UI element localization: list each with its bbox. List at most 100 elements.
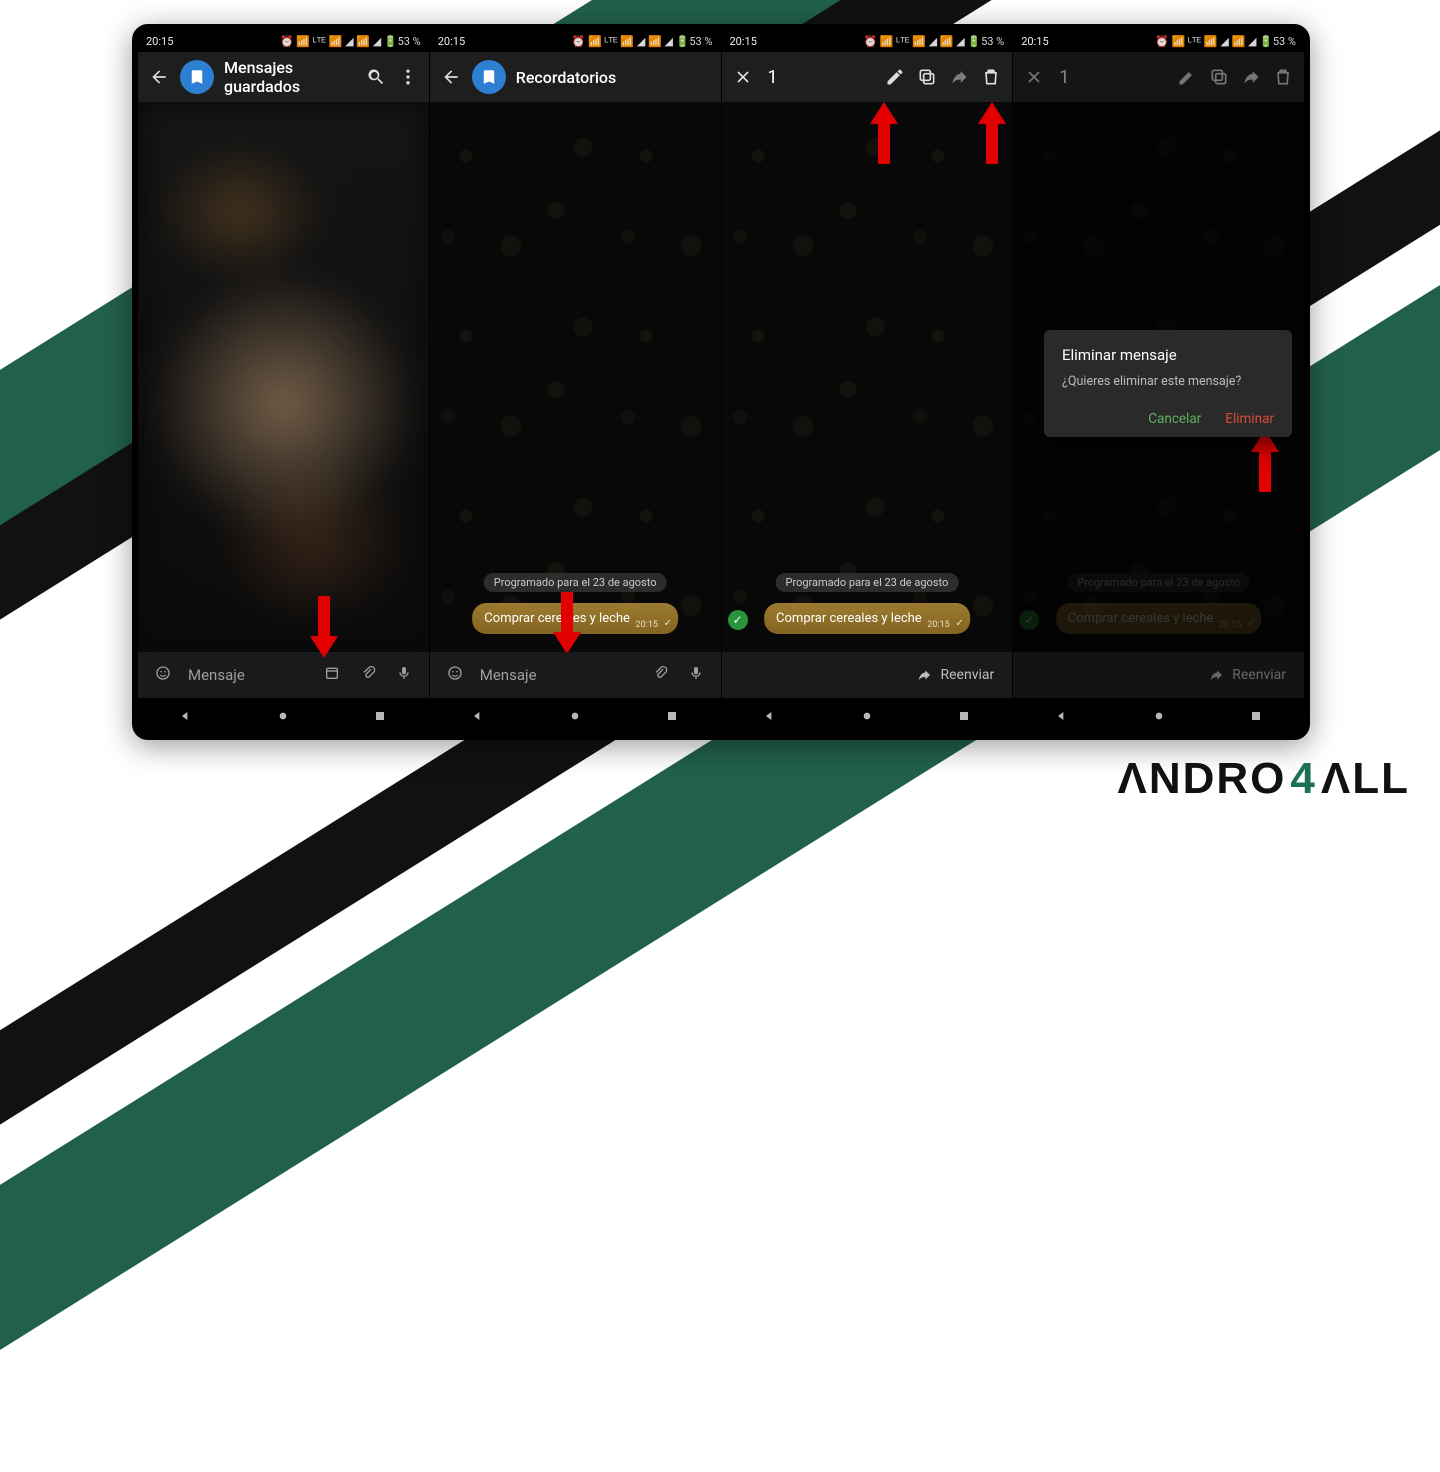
emoji-icon[interactable] [444, 665, 466, 685]
calendar-icon[interactable] [321, 665, 343, 685]
nav-back-icon[interactable] [177, 707, 195, 725]
status-icons: ⏰ 📶 ᴸᵀᴱ 📶 ◢ 📶 ◢ 🔋53 % [280, 35, 421, 48]
forward-icon [1208, 667, 1224, 683]
clock: 20:15 [730, 35, 757, 48]
message-bubble: Comprar cereales y leche 20:15 ✓ [1056, 603, 1262, 634]
nav-recents-icon[interactable] [371, 707, 389, 725]
chat-area[interactable]: Programado para el 23 de agosto ✓ Compra… [722, 102, 1013, 652]
message-placeholder[interactable]: Mensaje [480, 666, 635, 684]
scheduled-badge: Programado para el 23 de agosto [484, 573, 667, 592]
forward-icon [916, 667, 932, 683]
message-time: 20:15 [927, 620, 949, 630]
nav-home-icon[interactable] [566, 707, 584, 725]
nav-recents-icon[interactable] [663, 707, 681, 725]
more-icon[interactable] [397, 66, 419, 88]
delete-dialog: Eliminar mensaje ¿Quieres eliminar este … [1044, 330, 1292, 437]
mic-icon[interactable] [685, 665, 707, 685]
screenshot-3: 20:15 ⏰ 📶 ᴸᵀᴱ 📶 ◢ 📶 ◢ 🔋53 % 1 Programado… [721, 30, 1013, 734]
nav-home-icon[interactable] [274, 707, 292, 725]
message-input-bar: Mensaje [430, 652, 721, 698]
message-placeholder[interactable]: Mensaje [188, 666, 307, 684]
dialog-title: Eliminar mensaje [1062, 346, 1274, 364]
watermark-logo: ΛNDRO4ΛLL [1118, 754, 1411, 804]
chat-title: Recordatorios [516, 68, 711, 87]
mic-icon[interactable] [393, 665, 415, 685]
dialog-text: ¿Quieres eliminar este mensaje? [1062, 374, 1274, 389]
status-icons: ⏰ 📶 ᴸᵀᴱ 📶 ◢ 📶 ◢ 🔋53 % [572, 35, 713, 48]
selection-check-icon: ✓ [728, 610, 748, 630]
status-icons: ⏰ 📶 ᴸᵀᴱ 📶 ◢ 📶 ◢ 🔋53 % [1155, 35, 1296, 48]
message-input-bar: Mensaje [138, 652, 429, 698]
close-icon[interactable] [732, 66, 754, 88]
nav-home-icon[interactable] [1150, 707, 1168, 725]
status-bar: 20:15 ⏰ 📶 ᴸᵀᴱ 📶 ◢ 📶 ◢ 🔋53 % [430, 30, 721, 52]
nav-home-icon[interactable] [858, 707, 876, 725]
sent-check-icon: ✓ [664, 618, 672, 629]
nav-back-icon[interactable] [1053, 707, 1071, 725]
clock: 20:15 [146, 35, 173, 48]
selection-count: 1 [764, 67, 875, 88]
clock: 20:15 [438, 35, 465, 48]
app-bar: Recordatorios [430, 52, 721, 102]
status-bar: 20:15 ⏰ 📶 ᴸᵀᴱ 📶 ◢ 📶 ◢ 🔋53 % [1013, 30, 1304, 52]
close-icon [1023, 66, 1045, 88]
attach-icon[interactable] [357, 665, 379, 685]
selection-app-bar: 1 [1013, 52, 1304, 102]
screenshots-row: 20:15 ⏰ 📶 ᴸᵀᴱ 📶 ◢ 📶 ◢ 🔋53 % Mensajes gua… [132, 24, 1310, 740]
back-icon[interactable] [148, 66, 170, 88]
screenshot-2: 20:15 ⏰ 📶 ᴸᵀᴱ 📶 ◢ 📶 ◢ 🔋53 % Recordatorio… [429, 30, 721, 734]
forward-bar[interactable]: Reenviar [722, 652, 1013, 698]
scheduled-badge: Programado para el 23 de agosto [776, 573, 959, 592]
sent-check-icon: ✓ [955, 618, 963, 629]
bookmark-avatar[interactable] [472, 60, 506, 94]
message-text: Comprar cereales y leche [1068, 611, 1214, 626]
scheduled-badge: Programado para el 23 de agosto [1067, 573, 1250, 592]
chat-title: Mensajes guardados [224, 58, 355, 96]
delete-icon[interactable] [980, 66, 1002, 88]
annotation-arrow [1248, 430, 1282, 492]
forward-bar: Reenviar [1013, 652, 1304, 698]
selection-app-bar: 1 [722, 52, 1013, 102]
nav-recents-icon[interactable] [1247, 707, 1265, 725]
forward-label: Reenviar [940, 667, 994, 683]
message-time: 20:15 [636, 620, 658, 630]
attach-icon[interactable] [649, 665, 671, 685]
selection-count: 1 [1055, 67, 1166, 88]
sent-check-icon: ✓ [1247, 618, 1255, 629]
forward-label: Reenviar [1232, 667, 1286, 683]
screenshot-4: 20:15 ⏰ 📶 ᴸᵀᴱ 📶 ◢ 📶 ◢ 🔋53 % 1 Programado… [1012, 30, 1304, 734]
message-bubble[interactable]: Comprar cereales y leche 20:15 ✓ [764, 603, 970, 634]
dialog-cancel-button[interactable]: Cancelar [1148, 411, 1201, 427]
nav-back-icon[interactable] [469, 707, 487, 725]
dialog-confirm-button[interactable]: Eliminar [1225, 411, 1274, 427]
emoji-icon[interactable] [152, 665, 174, 685]
status-bar: 20:15 ⏰ 📶 ᴸᵀᴱ 📶 ◢ 📶 ◢ 🔋53 % [722, 30, 1013, 52]
android-navbar [430, 698, 721, 734]
copy-icon[interactable] [916, 66, 938, 88]
app-bar: Mensajes guardados [138, 52, 429, 102]
screenshot-1: 20:15 ⏰ 📶 ᴸᵀᴱ 📶 ◢ 📶 ◢ 🔋53 % Mensajes gua… [138, 30, 429, 734]
forward-icon[interactable] [948, 66, 970, 88]
back-icon[interactable] [440, 66, 462, 88]
message-time: 20:15 [1219, 620, 1241, 630]
android-navbar [1013, 698, 1304, 734]
nav-recents-icon[interactable] [955, 707, 973, 725]
annotation-arrow [307, 596, 341, 658]
annotation-arrow [975, 102, 1009, 164]
status-bar: 20:15 ⏰ 📶 ᴸᵀᴱ 📶 ◢ 📶 ◢ 🔋53 % [138, 30, 429, 52]
message-text: Comprar cereales y leche [776, 611, 922, 626]
chat-area[interactable]: Programado para el 23 de agosto Comprar … [430, 102, 721, 652]
copy-icon [1208, 66, 1230, 88]
clock: 20:15 [1021, 35, 1048, 48]
bookmark-avatar[interactable] [180, 60, 214, 94]
edit-icon[interactable] [884, 66, 906, 88]
nav-back-icon[interactable] [761, 707, 779, 725]
android-navbar [138, 698, 429, 734]
selection-check-icon: ✓ [1019, 610, 1039, 630]
search-icon[interactable] [365, 66, 387, 88]
edit-icon [1176, 66, 1198, 88]
chat-area-blurred [138, 102, 429, 652]
annotation-arrow [550, 592, 584, 652]
android-navbar [722, 698, 1013, 734]
annotation-arrow [867, 102, 901, 164]
